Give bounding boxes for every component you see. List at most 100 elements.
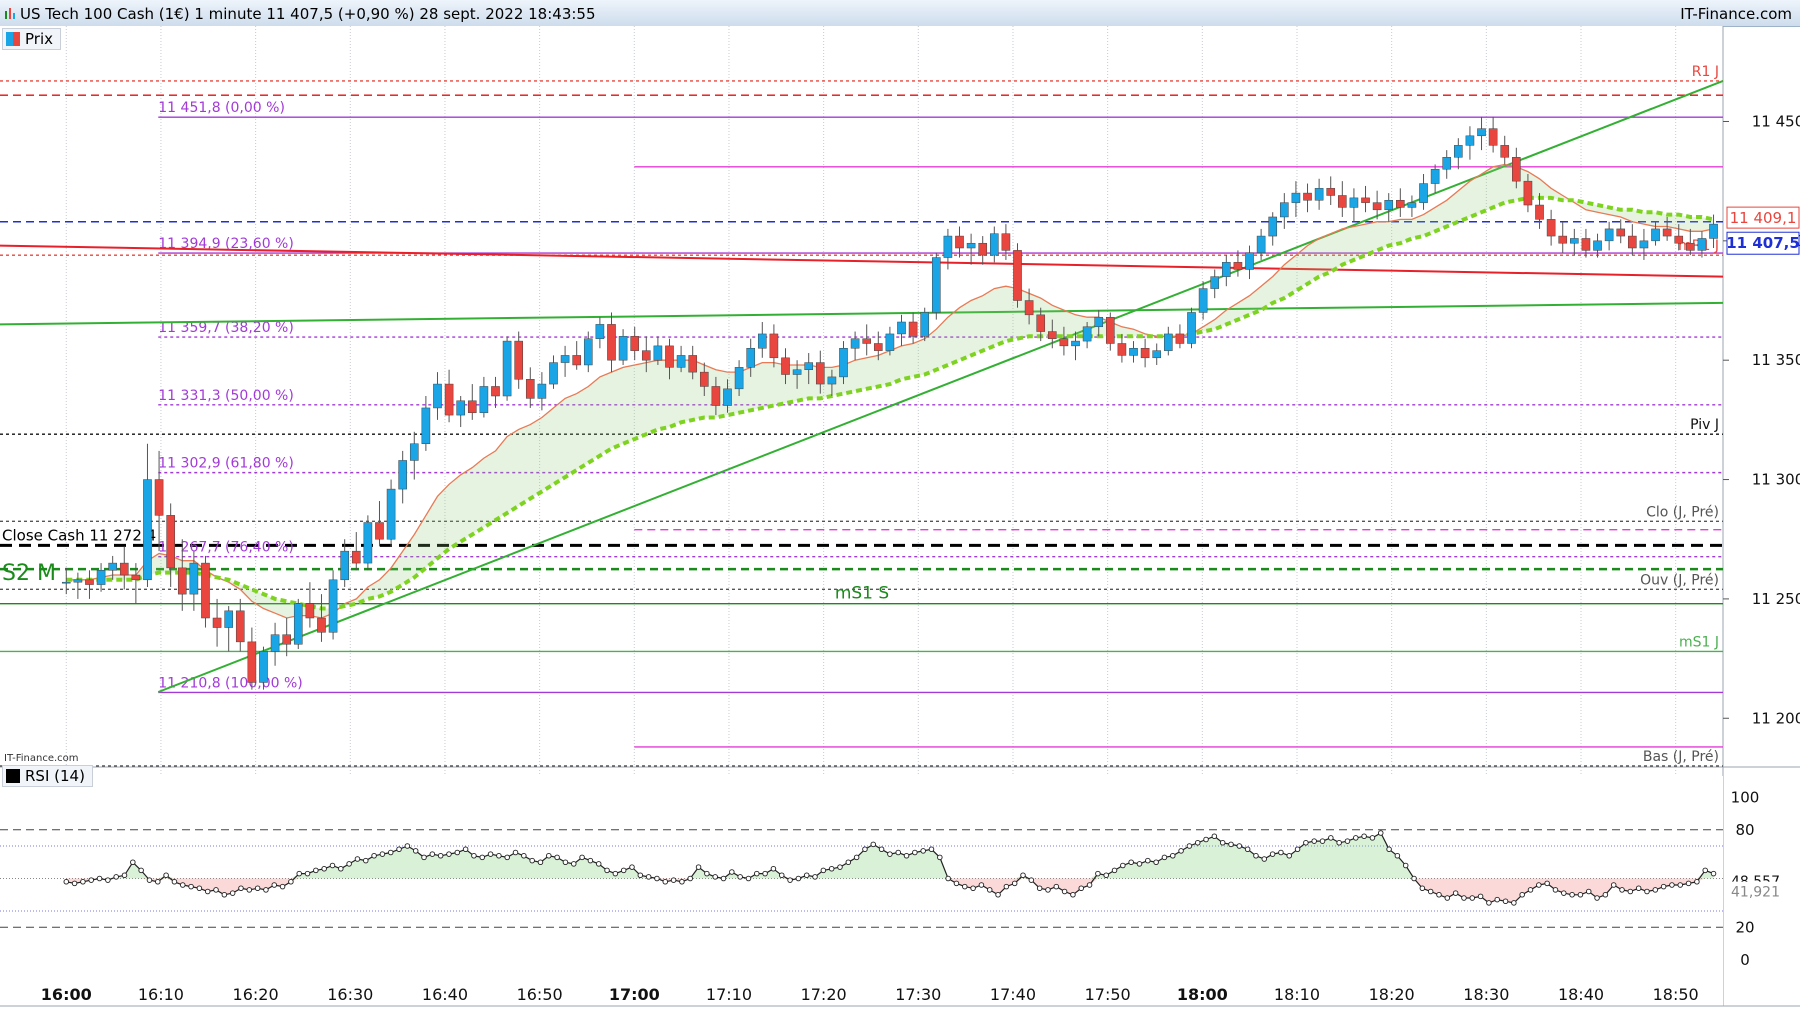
x-tick-label: 17:20 (801, 985, 847, 1004)
price-and-rsi-chart[interactable]: R1 J11 451,8 (0,00 %)11 394,9 (23,60 %)m… (0, 26, 1800, 1013)
rsi-point (937, 854, 943, 861)
candle-body (757, 333, 767, 349)
rsi-point (1419, 885, 1426, 892)
rsi-point (803, 872, 810, 879)
rsi-pane[interactable]: 0208010048,55741,921 (0, 776, 1782, 1006)
rsi-point (1669, 882, 1675, 888)
rsi-point (1402, 862, 1409, 869)
candle-body (908, 321, 918, 337)
rsi-point (1519, 892, 1525, 898)
candle-body (804, 362, 814, 370)
candle-body (1709, 223, 1718, 239)
rsi-point (1061, 888, 1068, 895)
rsi-point (1219, 840, 1226, 846)
candle-body (1442, 157, 1452, 170)
candle-body (375, 522, 384, 540)
title-bar: US Tech 100 Cash (1€) 1 minute 11 407,5 … (0, 0, 1800, 27)
rsi-legend-label: RSI (14) (25, 767, 85, 785)
x-tick-label: 16:50 (517, 985, 563, 1004)
price-legend[interactable]: Prix (2, 28, 61, 50)
candle-body (1535, 204, 1544, 220)
rsi-point (1136, 861, 1143, 867)
rsi-point (1070, 892, 1076, 898)
rsi-point (246, 887, 253, 893)
rsi-legend[interactable]: RSI (14) (2, 765, 93, 787)
candle-body (1662, 228, 1672, 237)
rsi-point (1494, 896, 1500, 903)
rsi-point (571, 861, 577, 867)
rsi-point (645, 874, 652, 880)
rsi-point (853, 854, 860, 861)
price-legend-label: Prix (25, 30, 53, 48)
watermark-label: IT-Finance.com (4, 753, 79, 764)
candle-body (1175, 333, 1185, 344)
rsi-point (113, 874, 119, 880)
candle-body (1674, 235, 1684, 244)
rsi-point (778, 872, 785, 879)
level-label: mS1 J (1679, 634, 1719, 650)
rsi-point (1020, 872, 1026, 879)
x-tick-label: 16:40 (422, 985, 468, 1004)
candle-body (409, 443, 419, 461)
rsi-point (1086, 882, 1093, 888)
candle-body (1396, 200, 1405, 208)
rsi-point (1411, 875, 1417, 882)
candle-body (1291, 192, 1301, 203)
rsi-point (1261, 856, 1268, 862)
candle-body (386, 488, 396, 540)
x-tick-label: 18:00 (1177, 985, 1228, 1004)
rsi-point (1702, 867, 1708, 874)
candle-body (583, 338, 593, 366)
candle-body (549, 362, 558, 385)
rsi-point (1053, 883, 1060, 890)
candle-body (61, 581, 71, 584)
candle-body (1245, 252, 1254, 270)
candle-body (1198, 288, 1208, 313)
candle-body (1697, 238, 1707, 251)
rsi-point (1436, 892, 1442, 898)
candle-body (1512, 157, 1521, 182)
level-label: 11 267,7 (76,40 %) (158, 540, 294, 556)
candle-body (305, 603, 315, 619)
candle-body (699, 371, 709, 387)
candle-body (317, 617, 326, 633)
x-tick-label: 16:00 (41, 985, 92, 1004)
rsi-point (1652, 887, 1659, 893)
rsi-tick-label: 0 (1740, 951, 1750, 969)
annotation-label: S2 M (2, 561, 56, 586)
candle-body (166, 515, 175, 569)
candle-body (1222, 262, 1231, 277)
candle-body (862, 338, 872, 344)
rsi-point (579, 854, 585, 861)
brand-name[interactable]: IT-Finance.com (1680, 5, 1792, 23)
candle-body (815, 362, 825, 385)
rsi-point (1585, 888, 1592, 895)
candle-body (1616, 228, 1626, 237)
candle-body (1314, 188, 1324, 201)
candle-body (630, 336, 640, 351)
rsi-point (138, 867, 144, 874)
rsi-tick-label: 100 (1731, 788, 1760, 806)
rsi-point (562, 859, 569, 866)
rsi-point (221, 892, 228, 898)
candle-body (282, 634, 291, 645)
rsi-point (1502, 898, 1509, 905)
rsi-point (1178, 848, 1184, 854)
rsi-point (105, 877, 111, 883)
price-swatch-icon (6, 32, 20, 46)
candle-body (665, 345, 674, 368)
rsi-point (1161, 854, 1168, 861)
rsi-average-label: 41,921 (1731, 885, 1780, 901)
rsi-point (1635, 885, 1642, 892)
rsi-point (1153, 859, 1159, 866)
rsi-point (338, 866, 344, 872)
rsi-point (1544, 880, 1550, 887)
candle-body (873, 343, 883, 351)
candle-body (467, 400, 477, 413)
rsi-point (254, 885, 261, 892)
rsi-point (1602, 892, 1609, 898)
level-label: mS1 S (835, 584, 889, 604)
rsi-point (670, 877, 677, 883)
candle-body (1372, 202, 1382, 211)
rsi-point (737, 874, 743, 880)
